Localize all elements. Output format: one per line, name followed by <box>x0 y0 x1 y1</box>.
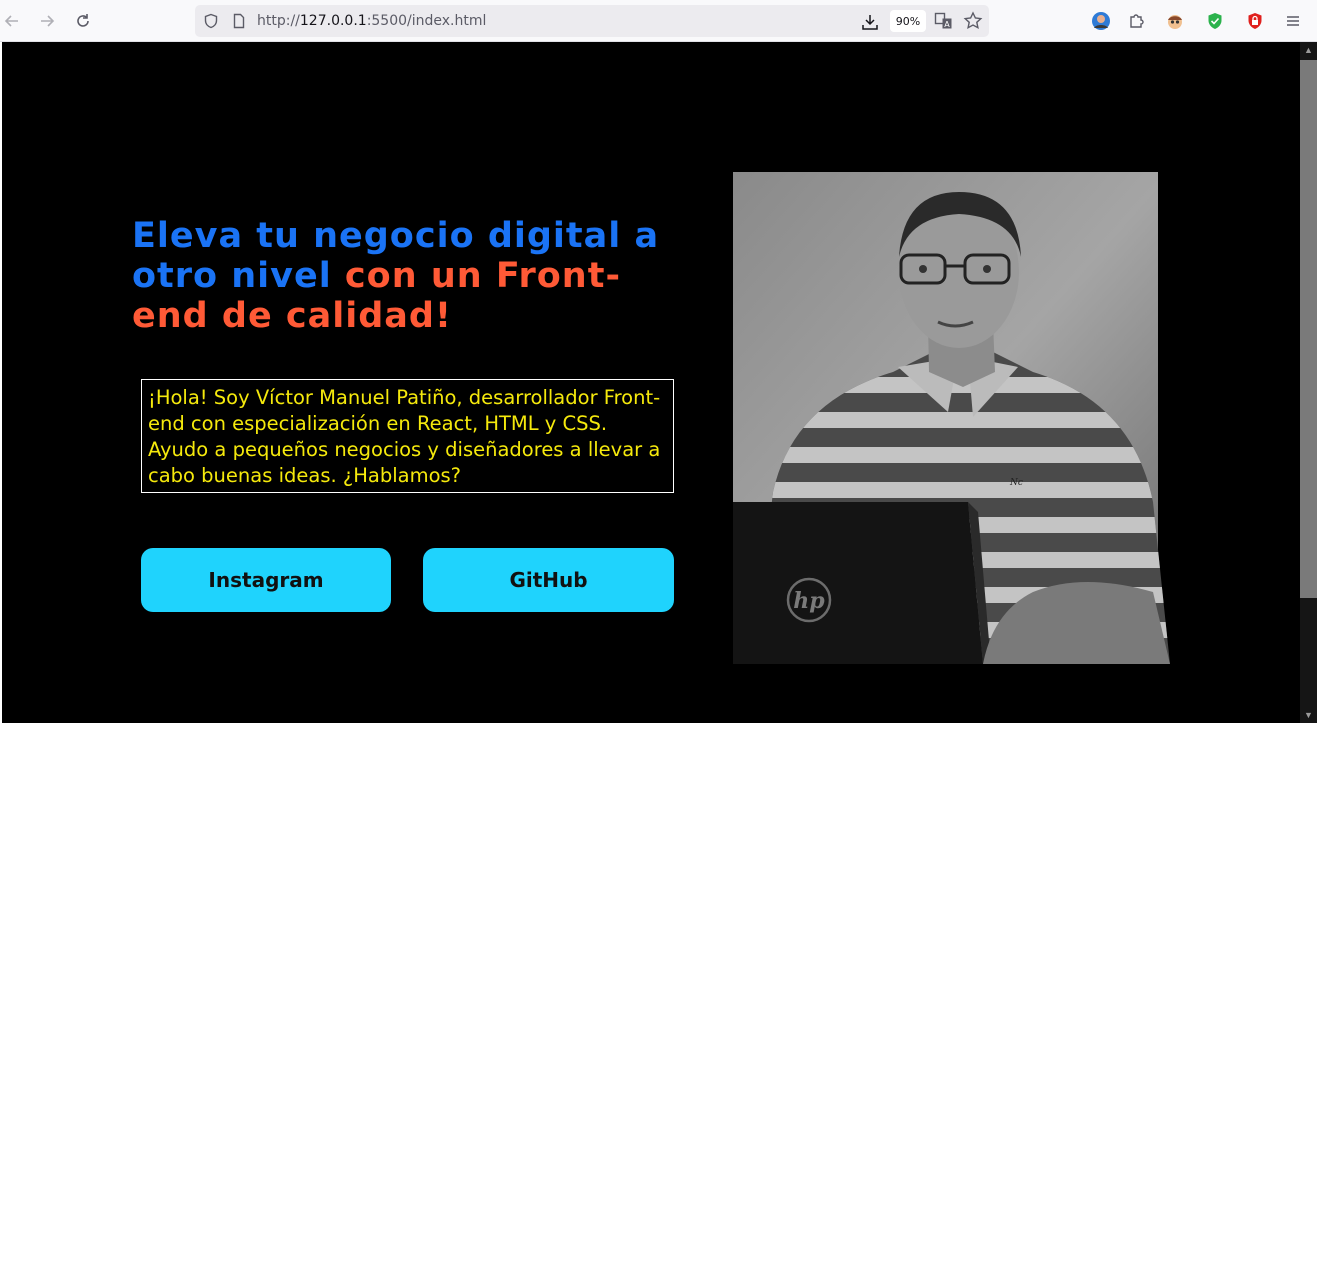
translate-icon[interactable]: A <box>933 10 955 32</box>
arrow-right-icon <box>41 15 55 27</box>
scroll-thumb[interactable] <box>1300 60 1317 598</box>
url-text[interactable]: http://127.0.0.1:5500/index.html <box>257 13 486 29</box>
download-icon[interactable] <box>861 13 878 30</box>
red-lock-icon[interactable] <box>1244 10 1266 32</box>
url-host: 127.0.0.1 <box>299 13 367 29</box>
scroll-down-icon[interactable]: ▼ <box>1300 707 1317 723</box>
page-viewport: Eleva tu negocio digital a otro nivel co… <box>2 42 1300 723</box>
page-info-icon[interactable] <box>231 13 247 29</box>
hero-headline: Eleva tu negocio digital a otro nivel co… <box>132 216 692 336</box>
github-button[interactable]: GitHub <box>423 548 674 612</box>
tracking-shield-icon[interactable] <box>203 13 219 29</box>
laptop-logo: hp <box>793 588 825 614</box>
instagram-button[interactable]: Instagram <box>141 548 391 612</box>
green-shield-icon[interactable] <box>1204 10 1226 32</box>
bookmark-star-icon[interactable] <box>962 10 984 32</box>
puzzle-icon[interactable] <box>1126 10 1148 32</box>
hamburger-menu-icon[interactable] <box>1282 10 1304 32</box>
intro-text: ¡Hola! Soy Víctor Manuel Patiño, desarro… <box>141 379 674 493</box>
reload-button[interactable] <box>71 9 95 33</box>
zoom-level-button[interactable]: 90% <box>890 10 926 32</box>
shirt-logo: Nc <box>1009 478 1023 488</box>
arrow-left-icon <box>4 15 18 27</box>
profile-photo: Nc hp <box>733 172 1170 664</box>
back-button[interactable] <box>0 9 24 33</box>
scroll-up-icon[interactable]: ▲ <box>1300 42 1317 58</box>
svg-text:A: A <box>944 20 950 29</box>
reload-icon <box>77 14 89 27</box>
url-path: :5500/index.html <box>366 13 487 29</box>
extension-face-icon[interactable] <box>1164 10 1186 32</box>
page-scrollbar[interactable]: ▲ ▼ <box>1300 42 1317 723</box>
account-avatar-icon[interactable] <box>1090 10 1112 32</box>
forward-button[interactable] <box>35 9 59 33</box>
url-scheme: http:// <box>257 13 300 29</box>
browser-toolbar: http://127.0.0.1:5500/index.html 90% A <box>0 0 1317 42</box>
url-bar[interactable]: http://127.0.0.1:5500/index.html <box>195 5 989 37</box>
